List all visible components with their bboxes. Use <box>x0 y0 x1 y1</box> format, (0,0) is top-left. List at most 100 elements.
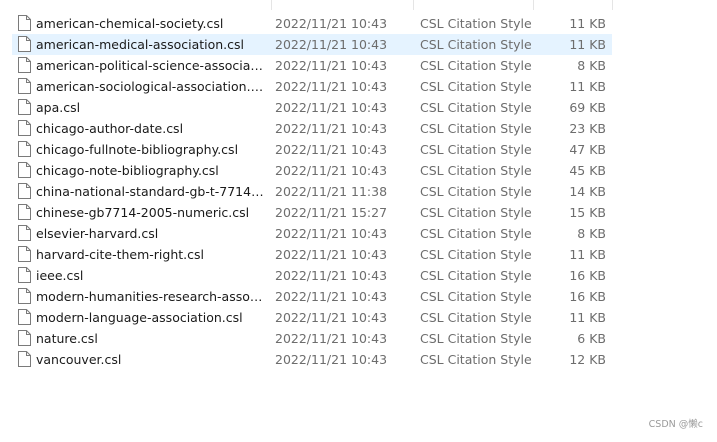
file-size: 11 KB <box>569 37 606 52</box>
file-row[interactable]: chicago-note-bibliography.csl 2022/11/21 … <box>12 160 612 181</box>
file-name: american-sociological-association.csl <box>36 79 264 94</box>
file-size: 11 KB <box>569 247 606 262</box>
file-row[interactable]: apa.csl 2022/11/21 10:43 CSL Citation Styl… <box>12 97 612 118</box>
column-separator[interactable] <box>413 0 414 10</box>
file-name: american-political-science-associatio... <box>36 58 264 73</box>
file-row[interactable]: ieee.csl 2022/11/21 10:43 CSL Citation Sty… <box>12 265 612 286</box>
file-icon <box>18 309 31 325</box>
file-type: CSL Citation Style <box>420 205 532 220</box>
file-type: CSL Citation Style <box>420 184 532 199</box>
file-row[interactable]: nature.csl 2022/11/21 10:43 CSL Citation S… <box>12 328 612 349</box>
file-type: CSL Citation Style <box>420 37 532 52</box>
file-row[interactable]: american-sociological-association.csl 202… <box>12 76 612 97</box>
file-row[interactable]: harvard-cite-them-right.csl 2022/11/21 10… <box>12 244 612 265</box>
file-type: CSL Citation Style <box>420 268 532 283</box>
file-date-modified: 2022/11/21 10:43 <box>275 247 388 262</box>
file-size: 45 KB <box>569 163 606 178</box>
file-date-modified: 2022/11/21 10:43 <box>275 79 388 94</box>
file-date-modified: 2022/11/21 10:43 <box>275 163 388 178</box>
file-size: 11 KB <box>569 16 606 31</box>
file-row[interactable]: chinese-gb7714-2005-numeric.csl 2022/11/2… <box>12 202 612 223</box>
file-name: modern-language-association.csl <box>36 310 243 325</box>
file-icon <box>18 78 31 94</box>
file-size: 8 KB <box>577 226 606 241</box>
file-date-modified: 2022/11/21 11:38 <box>275 184 388 199</box>
file-size: 69 KB <box>569 100 606 115</box>
file-type: CSL Citation Style <box>420 16 532 31</box>
file-row[interactable]: china-national-standard-gb-t-7714-2... 20… <box>12 181 612 202</box>
file-row[interactable]: elsevier-harvard.csl 2022/11/21 10:43 CSL … <box>12 223 612 244</box>
file-icon <box>18 288 31 304</box>
file-size: 16 KB <box>569 268 606 283</box>
file-type: CSL Citation Style <box>420 163 532 178</box>
file-type: CSL Citation Style <box>420 289 532 304</box>
file-type: CSL Citation Style <box>420 142 532 157</box>
file-explorer: american-chemical-society.csl 2022/11/21 … <box>0 0 717 442</box>
file-icon <box>18 246 31 262</box>
file-date-modified: 2022/11/21 10:43 <box>275 331 388 346</box>
file-name: american-medical-association.csl <box>36 37 245 52</box>
file-icon <box>18 36 31 52</box>
file-icon <box>18 120 31 136</box>
file-size: 47 KB <box>569 142 606 157</box>
file-date-modified: 2022/11/21 10:43 <box>275 226 388 241</box>
file-name: chicago-fullnote-bibliography.csl <box>36 142 239 157</box>
watermark: CSDN @懒c <box>648 419 703 430</box>
file-name: chicago-note-bibliography.csl <box>36 163 219 178</box>
file-size: 16 KB <box>569 289 606 304</box>
file-name: chicago-author-date.csl <box>36 121 184 136</box>
file-date-modified: 2022/11/21 10:43 <box>275 16 388 31</box>
file-size: 11 KB <box>569 310 606 325</box>
file-icon <box>18 183 31 199</box>
file-type: CSL Citation Style <box>420 226 532 241</box>
file-date-modified: 2022/11/21 10:43 <box>275 37 388 52</box>
file-icon <box>18 225 31 241</box>
file-type: CSL Citation Style <box>420 310 532 325</box>
file-size: 11 KB <box>569 79 606 94</box>
column-separator[interactable] <box>533 0 534 10</box>
file-row[interactable]: chicago-author-date.csl 2022/11/21 10:43 C… <box>12 118 612 139</box>
file-icon <box>18 99 31 115</box>
file-row[interactable]: modern-language-association.csl 2022/11/2… <box>12 307 612 328</box>
file-date-modified: 2022/11/21 15:27 <box>275 205 388 220</box>
file-date-modified: 2022/11/21 10:43 <box>275 121 388 136</box>
file-icon <box>18 267 31 283</box>
file-name: chinese-gb7714-2005-numeric.csl <box>36 205 250 220</box>
file-row[interactable]: american-chemical-society.csl 2022/11/21 … <box>12 13 612 34</box>
file-size: 14 KB <box>569 184 606 199</box>
file-icon <box>18 204 31 220</box>
file-icon <box>18 351 31 367</box>
file-name: ieee.csl <box>36 268 84 283</box>
file-name: harvard-cite-them-right.csl <box>36 247 204 262</box>
file-type: CSL Citation Style <box>420 79 532 94</box>
file-date-modified: 2022/11/21 10:43 <box>275 268 388 283</box>
file-name: modern-humanities-research-associa... <box>36 289 264 304</box>
column-separator[interactable] <box>612 0 613 10</box>
file-type: CSL Citation Style <box>420 247 532 262</box>
file-size: 6 KB <box>577 331 606 346</box>
file-size: 15 KB <box>569 205 606 220</box>
file-row[interactable]: american-political-science-associatio...… <box>12 55 612 76</box>
column-separator[interactable] <box>271 0 272 10</box>
file-row[interactable]: chicago-fullnote-bibliography.csl 2022/11… <box>12 139 612 160</box>
file-size: 23 KB <box>569 121 606 136</box>
file-icon <box>18 57 31 73</box>
file-name: china-national-standard-gb-t-7714-2... <box>36 184 264 199</box>
file-name: elsevier-harvard.csl <box>36 226 159 241</box>
file-type: CSL Citation Style <box>420 100 532 115</box>
file-type: CSL Citation Style <box>420 331 532 346</box>
file-name: american-chemical-society.csl <box>36 16 224 31</box>
file-name: nature.csl <box>36 331 98 346</box>
file-list: american-chemical-society.csl 2022/11/21 … <box>12 13 612 370</box>
file-size: 8 KB <box>577 58 606 73</box>
file-size: 12 KB <box>569 352 606 367</box>
file-name: apa.csl <box>36 100 81 115</box>
file-row[interactable]: modern-humanities-research-associa... 202… <box>12 286 612 307</box>
file-row[interactable]: american-medical-association.csl 2022/11/… <box>12 34 612 55</box>
file-type: CSL Citation Style <box>420 121 532 136</box>
file-date-modified: 2022/11/21 10:43 <box>275 289 388 304</box>
file-icon <box>18 141 31 157</box>
file-name: vancouver.csl <box>36 352 122 367</box>
file-icon <box>18 162 31 178</box>
file-row[interactable]: vancouver.csl 2022/11/21 10:43 CSL Citatio… <box>12 349 612 370</box>
